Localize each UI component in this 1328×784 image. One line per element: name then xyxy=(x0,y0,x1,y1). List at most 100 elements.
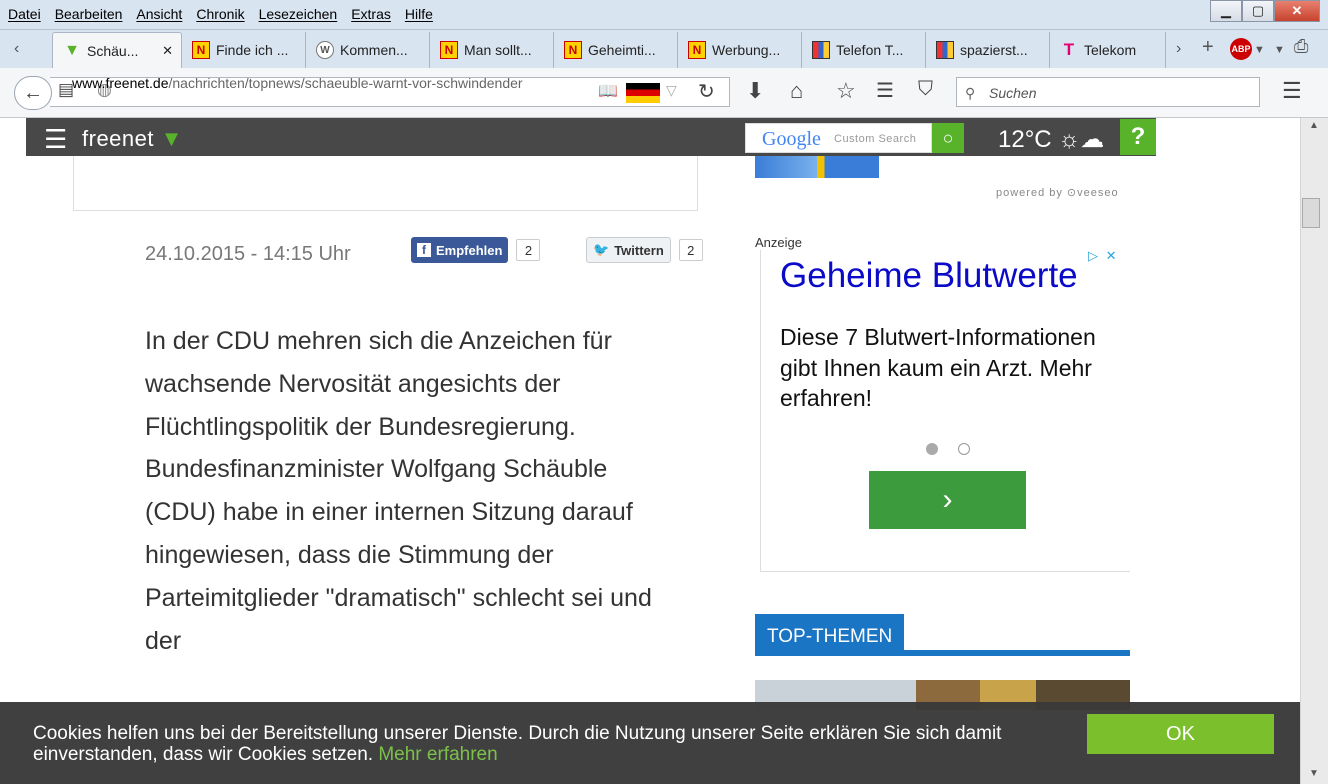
menu-items: Datei Bearbeiten Ansicht Chronik Lesezei… xyxy=(8,6,447,22)
tab-werbung[interactable]: N Werbung... xyxy=(678,32,802,68)
tab-label: Telefon T... xyxy=(836,42,904,58)
tab-kommen[interactable]: W Kommen... xyxy=(306,32,430,68)
bookmarks-list-icon[interactable]: ☰ xyxy=(876,78,894,103)
adchoices-icon[interactable]: ▷ ✕ xyxy=(1088,248,1119,264)
ad-next-button[interactable]: › xyxy=(869,471,1026,529)
tab-close-icon[interactable]: ✕ xyxy=(162,43,173,59)
tab-scroll-left-icon[interactable]: ‹ xyxy=(14,40,19,58)
wordpress-icon: W xyxy=(316,41,334,59)
search-placeholder: Suchen xyxy=(989,85,1037,101)
tab-telekom[interactable]: T Telekom xyxy=(1050,32,1166,68)
previous-content-box xyxy=(73,156,698,211)
tab-man-sollt[interactable]: N Man sollt... xyxy=(430,32,554,68)
maximize-button[interactable]: ▢ xyxy=(1242,0,1274,22)
logo-text: freenet xyxy=(82,126,154,151)
help-button[interactable]: ? xyxy=(1120,119,1156,155)
cookie-text: Cookies helfen uns bei der Bereitstellun… xyxy=(33,723,1073,765)
url-text[interactable]: www.freenet.de/nachrichten/topnews/schae… xyxy=(72,75,542,91)
weather-sun-cloud-icon: ☼☁ xyxy=(1058,126,1105,153)
german-flag-icon[interactable] xyxy=(626,83,660,103)
navigation-bar: ← ▤ ◍ www.freenet.de/nachrichten/topnews… xyxy=(0,68,1328,118)
menu-bar: Datei Bearbeiten Ansicht Chronik Lesezei… xyxy=(0,0,1328,30)
site-header: ☰ xyxy=(26,118,1156,156)
scrollbar-thumb[interactable] xyxy=(1302,198,1320,228)
facebook-count: 2 xyxy=(516,239,541,261)
ad-title[interactable]: Geheime Blutwerte xyxy=(780,256,1078,296)
facebook-icon: f xyxy=(417,243,431,257)
chevron-down-icon[interactable]: ▼ xyxy=(1254,44,1265,56)
freenet-logo[interactable]: freenet ▼ xyxy=(82,126,183,152)
scroll-up-icon[interactable]: ▲ xyxy=(1309,120,1319,131)
reader-view-icon[interactable]: 📖 xyxy=(598,81,618,101)
hamburger-menu-icon[interactable]: ☰ xyxy=(44,124,67,155)
tab-telefon[interactable]: Telefon T... xyxy=(802,32,926,68)
tv-icon xyxy=(812,41,830,59)
n-icon: N xyxy=(440,41,458,59)
pocket-icon[interactable]: ⛉ xyxy=(918,78,933,101)
facebook-recommend-button[interactable]: f Empfehlen xyxy=(411,237,509,263)
search-button[interactable]: ○ xyxy=(932,123,964,153)
menu-chronik[interactable]: Chronik xyxy=(196,6,244,22)
ad-text[interactable]: Diese 7 Blutwert-Informationen gibt Ihne… xyxy=(780,322,1120,414)
cookie-ok-button[interactable]: OK xyxy=(1087,714,1274,754)
twitter-tweet-button[interactable]: 🐦 Twittern xyxy=(586,237,671,263)
menu-lesezeichen[interactable]: Lesezeichen xyxy=(259,6,338,22)
top-themen-heading[interactable]: TOP-THEMEN xyxy=(755,614,905,654)
menu-datei[interactable]: Datei xyxy=(8,6,41,22)
menu-extras[interactable]: Extras xyxy=(351,6,391,22)
chevron-right-icon: › xyxy=(942,483,953,516)
tab-scroll-right-icon[interactable]: › xyxy=(1176,40,1181,58)
help-icon: ? xyxy=(1130,123,1146,150)
powered-by[interactable]: powered by ⊙veeseo xyxy=(996,186,1119,199)
twitter-label: Twittern xyxy=(614,242,664,258)
home-icon[interactable]: ⌂ xyxy=(790,78,803,104)
print-icon[interactable]: ⎙ xyxy=(1294,36,1308,57)
tab-spazierst[interactable]: spazierst... xyxy=(926,32,1050,68)
url-path: /nachrichten/topnews/schaeuble-warnt-vor… xyxy=(168,75,523,91)
cookie-more-link[interactable]: Mehr erfahren xyxy=(378,744,497,765)
custom-search-placeholder: Custom Search xyxy=(834,133,917,145)
cookie-message: Cookies helfen uns bei der Bereitstellun… xyxy=(33,723,1002,765)
article-date: 24.10.2015 - 14:15 Uhr xyxy=(145,243,351,265)
carousel-dot-active[interactable] xyxy=(926,443,938,455)
tab-label: Kommen... xyxy=(340,42,408,58)
hamburger-menu-icon[interactable]: ☰ xyxy=(1282,78,1302,104)
search-icon: ○ xyxy=(942,127,954,148)
tab-schaeuble[interactable]: ▼ Schäu... ✕ xyxy=(52,32,182,68)
tab-geheimti[interactable]: N Geheimti... xyxy=(554,32,678,68)
new-tab-icon[interactable]: + xyxy=(1202,36,1214,59)
chevron-down-icon[interactable]: ▽ xyxy=(666,82,677,99)
download-icon[interactable]: ⬇ xyxy=(746,78,764,104)
freenet-icon: ▼ xyxy=(64,41,80,59)
adblock-icon[interactable]: ABP xyxy=(1230,38,1252,60)
tab-label: spazierst... xyxy=(960,42,1028,58)
scroll-down-icon[interactable]: ▼ xyxy=(1309,768,1319,779)
url-host: www.freenet.de xyxy=(72,75,169,91)
minimize-button[interactable]: ▁ xyxy=(1210,0,1242,22)
chevron-down-icon[interactable]: ▼ xyxy=(1274,44,1285,56)
menu-ansicht[interactable]: Ansicht xyxy=(136,6,182,22)
google-search-input[interactable]: Google Custom Search xyxy=(745,123,932,153)
temperature: 12°C xyxy=(998,126,1052,153)
menu-hilfe[interactable]: Hilfe xyxy=(405,6,433,22)
n-icon: N xyxy=(564,41,582,59)
close-window-button[interactable]: ✕ xyxy=(1274,0,1320,22)
menu-bearbeiten[interactable]: Bearbeiten xyxy=(55,6,123,22)
tab-bar: ‹ ▼ Schäu... ✕ N Finde ich ... W Kommen... N… xyxy=(0,30,1328,68)
search-input[interactable]: ⚲ Suchen xyxy=(956,77,1260,107)
tab-label: Werbung... xyxy=(712,42,781,58)
freenet-icon: ▼ xyxy=(160,126,183,151)
reload-icon[interactable]: ↻ xyxy=(698,79,715,104)
weather-widget[interactable]: 12°C ☼☁ xyxy=(998,125,1104,154)
back-button[interactable]: ← xyxy=(14,76,52,110)
teaser-image[interactable] xyxy=(755,156,879,178)
facebook-share: f Empfehlen 2 xyxy=(411,237,541,263)
bookmark-star-icon[interactable]: ☆ xyxy=(836,78,856,104)
tv-icon xyxy=(936,41,954,59)
tab-label: Schäu... xyxy=(87,42,139,59)
article-paragraph: In der CDU mehren sich die Anzeichen für… xyxy=(145,327,652,655)
tab-finde-ich[interactable]: N Finde ich ... xyxy=(182,32,306,68)
tab-label: Geheimti... xyxy=(588,42,656,58)
carousel-dot[interactable] xyxy=(958,443,970,455)
top-themen-divider xyxy=(755,650,1130,656)
